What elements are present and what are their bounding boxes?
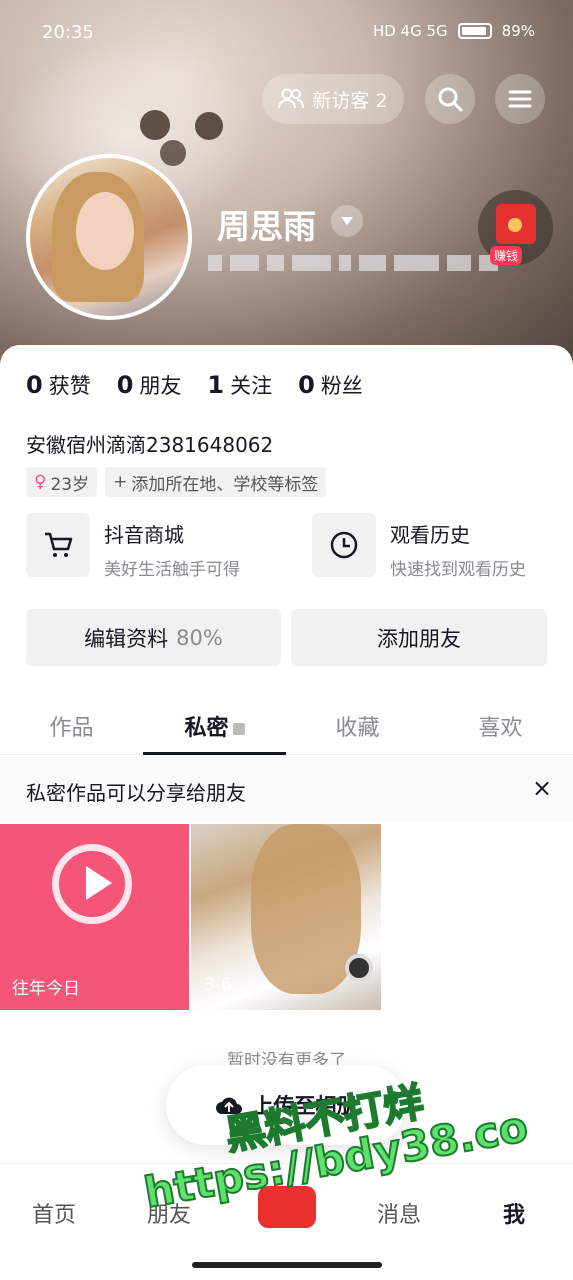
menu-button[interactable] [495,74,545,124]
redacted-id [208,255,498,277]
shop-shortcut[interactable]: 抖音商城 美好生活触手可得 [26,513,240,580]
home-indicator [192,1262,382,1268]
visitors-icon [278,88,305,109]
tab-likes[interactable]: 喜欢 [429,700,572,754]
earn-badge: 赚钱 [490,246,523,265]
profile-bio: 安徽宿州滴滴2381648062 [26,433,274,457]
profile-tabs: 作品 私密 收藏 喜欢 [0,700,573,755]
video-date-label: 3-6 [204,975,232,995]
status-bar: 20:35 HD 4G 5G 89% [0,0,573,66]
hamburger-icon [508,90,532,108]
avatar[interactable] [26,154,192,320]
search-button[interactable] [425,74,475,124]
network-indicators: HD 4G 5G [372,22,448,40]
notice-text: 私密作品可以分享给朋友 [26,781,246,805]
tab-private[interactable]: 私密 [143,700,286,755]
battery-percent: 89% [501,22,535,40]
chevron-down-icon [341,217,353,225]
shop-title: 抖音商城 [104,523,184,547]
memories-label: 往年今日 [12,979,80,999]
female-icon: ♀ [34,472,47,492]
shop-subtitle: 美好生活触手可得 [104,560,240,580]
cart-icon [26,513,90,577]
add-tag-button[interactable]: + 添加所在地、学校等标签 [105,467,327,497]
status-time: 20:35 [42,22,94,43]
edit-profile-button[interactable]: 编辑资料 80% [26,609,281,666]
age-tag: ♀ 23岁 [26,467,98,497]
clock-icon [312,513,376,577]
stat-following[interactable]: 1 关注 [207,370,272,400]
tab-favorites[interactable]: 收藏 [286,700,429,754]
profile-name: 周思雨 [217,207,316,246]
visitors-label: 新访客 2 [312,89,388,112]
red-envelope-icon [496,204,536,244]
nav-home[interactable]: 首页 [32,1197,76,1229]
stat-friends[interactable]: 0 朋友 [117,370,182,400]
memories-item[interactable]: 往年今日 [0,824,189,1010]
play-icon [86,866,112,900]
new-visitors-button[interactable]: 新访客 2 [262,74,404,124]
private-share-notice: 私密作品可以分享给朋友 × [0,756,573,822]
profile-stats: 0 获赞 0 朋友 1 关注 0 粉丝 [26,370,363,400]
add-friend-button[interactable]: 添加朋友 [291,609,547,666]
close-icon[interactable]: × [532,774,552,802]
select-circle-icon[interactable] [345,954,373,982]
history-subtitle: 快速找到观看历史 [390,560,526,580]
private-video-item[interactable]: 3-6 [191,824,381,1010]
search-icon [438,87,463,112]
stat-followers[interactable]: 0 粉丝 [298,370,363,400]
nav-me[interactable]: 我 [503,1197,525,1229]
battery-icon [457,23,492,39]
lock-icon [232,723,245,735]
plus-icon: + [113,472,128,492]
profile-tags: ♀ 23岁 + 添加所在地、学校等标签 [26,467,327,497]
history-shortcut[interactable]: 观看历史 快速找到观看历史 [312,513,526,580]
stat-likes[interactable]: 0 获赞 [26,370,91,400]
history-title: 观看历史 [390,523,470,547]
tab-works[interactable]: 作品 [0,700,143,754]
account-switch-button[interactable] [331,205,363,237]
profile-completion: 80% [176,625,223,650]
